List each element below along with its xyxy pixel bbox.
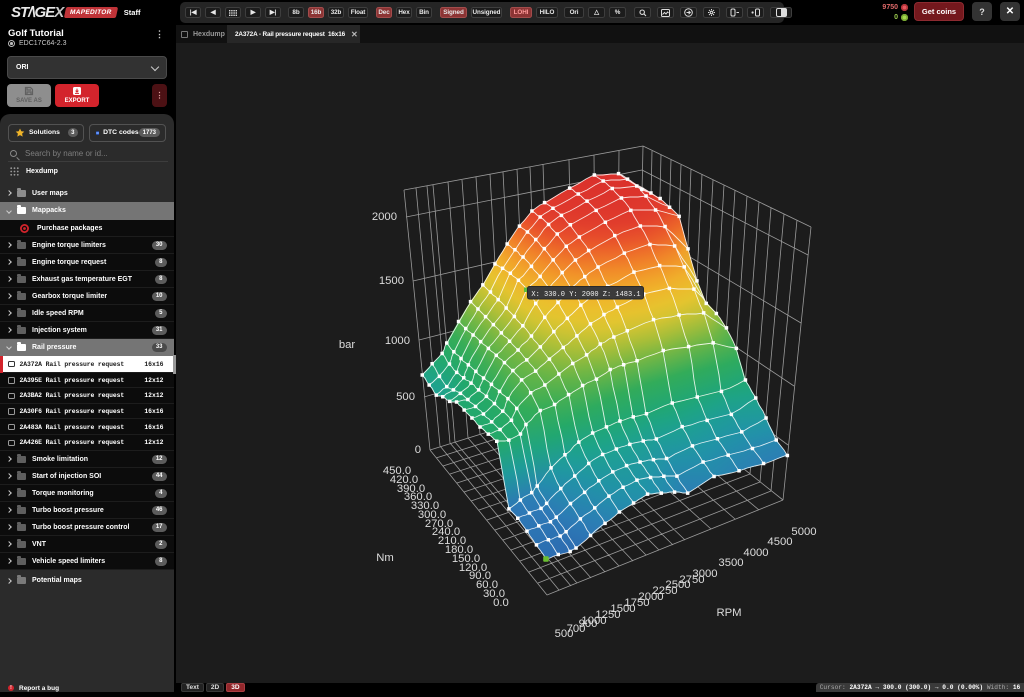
svg-text:0: 0 <box>415 444 421 456</box>
svg-text:4000: 4000 <box>743 547 768 559</box>
svg-text:3000: 3000 <box>692 568 717 580</box>
svg-text:1000: 1000 <box>385 335 410 347</box>
svg-text:3500: 3500 <box>718 557 743 569</box>
svg-text:5000: 5000 <box>791 526 816 538</box>
svg-text:Nm: Nm <box>376 552 394 564</box>
svg-text:1500: 1500 <box>379 275 404 287</box>
svg-text:4500: 4500 <box>767 536 792 548</box>
svg-text:450.0: 450.0 <box>383 465 411 477</box>
svg-text:bar: bar <box>339 339 356 351</box>
svg-text:X: 330.0 Y: 2000 Z: 1483.1: X: 330.0 Y: 2000 Z: 1483.1 <box>531 291 640 299</box>
svg-text:2000: 2000 <box>372 211 397 223</box>
svg-text:RPM: RPM <box>716 607 741 619</box>
svg-text:500: 500 <box>396 391 415 403</box>
